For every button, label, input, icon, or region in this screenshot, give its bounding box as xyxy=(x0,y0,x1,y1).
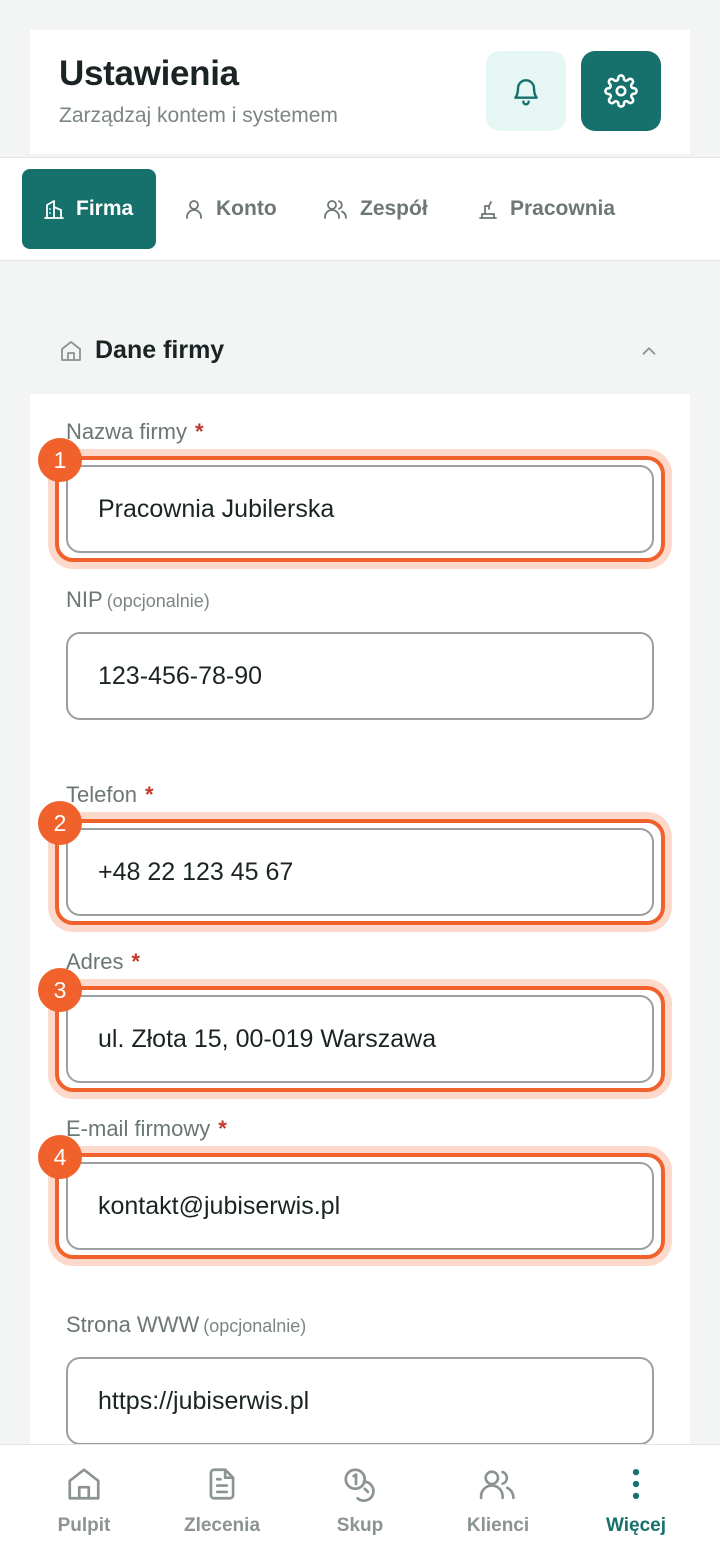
nav-item-pulpit[interactable]: Pulpit xyxy=(24,1463,144,1553)
required-mark: * xyxy=(131,949,141,974)
optional-hint: (opcjonalnie) xyxy=(106,591,210,611)
company-name-input[interactable]: Pracownia Jubilerska xyxy=(66,465,654,553)
page-subtitle: Zarządzaj kontem i systemem xyxy=(59,104,338,127)
step-badge: 3 xyxy=(38,968,82,1012)
home-icon xyxy=(61,341,81,361)
step-badge: 4 xyxy=(38,1135,82,1179)
website-label: Strona WWW (opcjonalnie) xyxy=(66,1312,307,1337)
nav-label: Pulpit xyxy=(57,1515,111,1536)
section-header-dane-firmy[interactable]: Dane firmy xyxy=(30,308,690,394)
notifications-button[interactable] xyxy=(486,51,566,131)
required-mark: * xyxy=(218,1116,227,1141)
website-input[interactable]: https://jubiserwis.pl xyxy=(66,1357,654,1445)
nav-item-skup[interactable]: Skup xyxy=(300,1463,420,1553)
company-name-label: Nazwa firmy * xyxy=(66,419,204,444)
phone-input[interactable]: +48 22 123 45 67 xyxy=(66,828,654,916)
nav-item-zlecenia[interactable]: Zlecenia xyxy=(162,1463,282,1553)
nav-label: Zlecenia xyxy=(183,1515,261,1536)
nav-label: Klienci xyxy=(466,1515,530,1536)
nav-label: Skup xyxy=(336,1515,384,1536)
tab-konto-label: Konto xyxy=(216,197,277,220)
user-icon xyxy=(186,200,202,219)
tab-firma[interactable]: Firma xyxy=(22,169,156,249)
tab-zespol[interactable]: Zespół xyxy=(322,169,428,249)
home-icon xyxy=(68,1468,100,1500)
more-vertical-icon xyxy=(632,1468,640,1500)
nav-label: Więcej xyxy=(605,1515,667,1536)
tab-pracownia-label: Pracownia xyxy=(510,197,616,220)
email-label: E-mail firmowy * xyxy=(66,1116,227,1141)
users-icon xyxy=(324,200,347,219)
settings-button[interactable] xyxy=(581,51,661,131)
building-icon xyxy=(44,200,64,219)
tab-konto[interactable]: Konto xyxy=(182,169,277,249)
page-header: Ustawienia Zarządzaj kontem i systemem xyxy=(30,30,690,154)
tab-pracownia[interactable]: Pracownia xyxy=(476,169,615,249)
nip-input[interactable]: 123-456-78-90 xyxy=(66,632,654,720)
tab-zespol-label: Zespół xyxy=(360,197,428,220)
settings-tabs: Firma Konto Zespół Pracownia xyxy=(0,157,720,261)
coins-icon xyxy=(344,1468,375,1502)
page-title: Ustawienia xyxy=(59,54,239,93)
bell-icon xyxy=(514,79,538,106)
phone-label: Telefon * xyxy=(66,782,154,807)
nav-item-klienci[interactable]: Klienci xyxy=(438,1463,558,1553)
required-mark: * xyxy=(144,782,154,807)
chevron-up-icon[interactable] xyxy=(638,340,660,362)
gear-icon xyxy=(604,74,638,108)
step-badge: 2 xyxy=(38,801,82,845)
nip-label: NIP (opcjonalnie) xyxy=(66,587,210,612)
section-title: Dane firmy xyxy=(95,336,225,364)
address-input[interactable]: ul. Złota 15, 00-019 Warszawa xyxy=(66,995,654,1083)
nav-item-wiecej[interactable]: Więcej xyxy=(576,1463,696,1553)
email-input[interactable]: kontakt@jubiserwis.pl xyxy=(66,1162,654,1250)
bottom-navigation: Pulpit Zlecenia Skup Klienci Więcej xyxy=(0,1444,720,1561)
optional-hint: (opcjonalnie) xyxy=(203,1316,307,1336)
workbench-icon xyxy=(479,201,497,219)
document-icon xyxy=(209,1468,235,1500)
required-mark: * xyxy=(195,419,204,444)
address-label: Adres * xyxy=(66,949,141,974)
step-badge: 1 xyxy=(38,438,82,482)
tab-firma-label: Firma xyxy=(76,197,134,220)
users-icon xyxy=(479,1470,515,1500)
